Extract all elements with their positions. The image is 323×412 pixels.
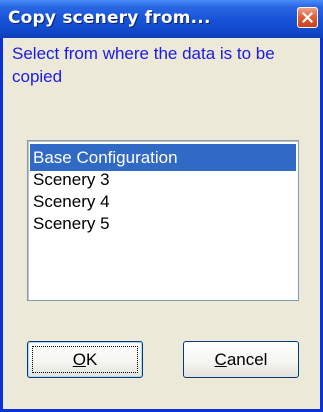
cancel-button[interactable]: Cancel	[183, 341, 299, 378]
dialog-window: Copy scenery from... Select from where t…	[0, 0, 323, 412]
list-item-scenery-5[interactable]: Scenery 5	[30, 210, 296, 237]
close-button[interactable]	[297, 7, 318, 28]
title-bar[interactable]: Copy scenery from...	[0, 0, 323, 38]
close-icon	[302, 12, 313, 23]
ok-label-rest: K	[85, 349, 98, 369]
cancel-label-rest: ancel	[226, 349, 268, 369]
scenery-listbox[interactable]: Base Configuration Scenery 3 Scenery 4 S…	[27, 140, 299, 301]
instruction-text: Select from where the data is to be copi…	[12, 44, 275, 86]
ok-mnemonic: O	[72, 349, 86, 369]
window-title: Copy scenery from...	[8, 8, 211, 28]
cancel-mnemonic: C	[214, 349, 227, 369]
ok-button[interactable]: OK	[27, 341, 143, 378]
